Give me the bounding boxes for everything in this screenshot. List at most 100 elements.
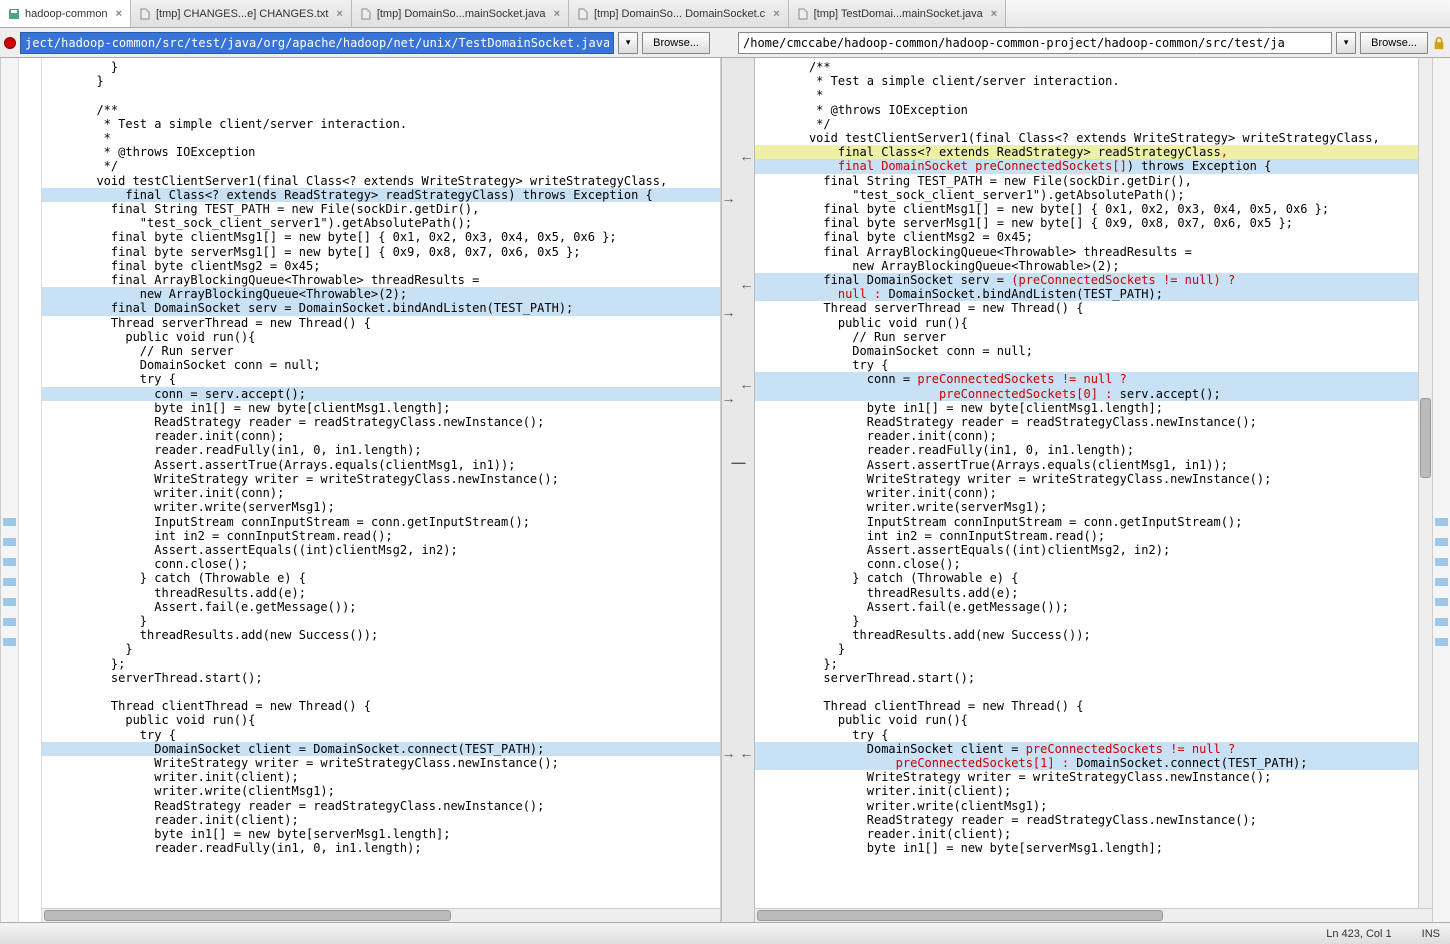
code-line: * @throws IOException xyxy=(42,145,720,159)
code-line: final DomainSocket preConnectedSockets[]… xyxy=(755,159,1433,173)
code-line: reader.init(conn); xyxy=(755,429,1433,443)
code-line: void testClientServer1(final Class<? ext… xyxy=(755,131,1433,145)
merge-right-arrow[interactable]: → xyxy=(722,304,736,320)
overview-change-mark[interactable] xyxy=(3,518,16,526)
hscroll-left[interactable] xyxy=(42,908,720,922)
overview-change-mark[interactable] xyxy=(3,618,16,626)
overview-change-mark[interactable] xyxy=(1435,518,1448,526)
code-line: threadResults.add(new Success()); xyxy=(42,628,720,642)
merge-right-arrow[interactable]: → xyxy=(722,745,736,761)
left-pane: } } /** * Test a simple client/server in… xyxy=(42,58,721,922)
close-icon[interactable]: × xyxy=(773,8,779,20)
merge-right-arrow[interactable]: → xyxy=(722,390,736,406)
close-icon[interactable]: × xyxy=(554,8,560,20)
code-line: public void run(){ xyxy=(755,713,1433,727)
overview-change-mark[interactable] xyxy=(3,578,16,586)
code-line: ReadStrategy reader = readStrategyClass.… xyxy=(42,415,720,429)
code-line: final ArrayBlockingQueue<Throwable> thre… xyxy=(42,273,720,287)
code-line: byte in1[] = new byte[clientMsg1.length]… xyxy=(42,401,720,415)
code-line: writer.write(clientMsg1); xyxy=(42,784,720,798)
document-icon xyxy=(139,8,151,20)
code-line: Assert.fail(e.getMessage()); xyxy=(42,600,720,614)
code-line: reader.init(conn); xyxy=(42,429,720,443)
code-line: int in2 = connInputStream.read(); xyxy=(42,529,720,543)
overview-change-mark[interactable] xyxy=(1435,598,1448,606)
code-line: public void run(){ xyxy=(755,316,1433,330)
hscroll-right[interactable] xyxy=(755,908,1433,922)
merge-left-arrow[interactable]: ← xyxy=(740,148,754,164)
code-line: "test_sock_client_server1").getAbsoluteP… xyxy=(755,188,1433,202)
code-line: null : DomainSocket.bindAndListen(TEST_P… xyxy=(755,287,1433,301)
code-line: InputStream connInputStream = conn.getIn… xyxy=(42,515,720,529)
code-line: threadResults.add(new Success()); xyxy=(755,628,1433,642)
close-icon[interactable]: × xyxy=(991,8,997,20)
tab-2[interactable]: [tmp] DomainSo...mainSocket.java× xyxy=(352,0,569,27)
browse-left-button[interactable]: Browse... xyxy=(642,32,710,54)
document-icon xyxy=(577,8,589,20)
code-line: reader.readFully(in1, 0, in1.length); xyxy=(42,841,720,855)
overview-change-mark[interactable] xyxy=(1435,578,1448,586)
code-line: preConnectedSockets[0] : serv.accept(); xyxy=(755,387,1433,401)
merge-left-arrow[interactable]: ← xyxy=(740,376,754,392)
tab-4[interactable]: [tmp] TestDomai...mainSocket.java× xyxy=(789,0,1007,27)
code-line: byte in1[] = new byte[serverMsg1.length]… xyxy=(755,841,1433,855)
code-line: reader.readFully(in1, 0, in1.length); xyxy=(755,443,1433,457)
tab-1[interactable]: [tmp] CHANGES...e] CHANGES.txt× xyxy=(131,0,352,27)
right-code[interactable]: /** * Test a simple client/server intera… xyxy=(755,58,1433,908)
merge-left-arrow[interactable]: ← xyxy=(740,276,754,292)
overview-bar-right[interactable] xyxy=(1432,58,1450,922)
code-line: } xyxy=(42,60,720,74)
code-line: DomainSocket client = preConnectedSocket… xyxy=(755,742,1433,756)
merge-right-arrow[interactable]: → xyxy=(722,190,736,206)
code-line: writer.init(client); xyxy=(755,784,1433,798)
overview-change-mark[interactable] xyxy=(1435,558,1448,566)
code-line: serverThread.start(); xyxy=(755,671,1433,685)
path-input-left[interactable] xyxy=(20,32,614,54)
lock-icon xyxy=(1432,36,1446,50)
code-line: Assert.assertTrue(Arrays.equals(clientMs… xyxy=(42,458,720,472)
code-line: Thread serverThread = new Thread() { xyxy=(42,316,720,330)
code-line: final byte clientMsg2 = 0x45; xyxy=(755,230,1433,244)
code-line: DomainSocket conn = null; xyxy=(755,344,1433,358)
code-line: DomainSocket client = DomainSocket.conne… xyxy=(42,742,720,756)
code-line: writer.init(conn); xyxy=(42,486,720,500)
code-line: try { xyxy=(42,728,720,742)
code-line: WriteStrategy writer = writeStrategyClas… xyxy=(755,770,1433,784)
code-line: } catch (Throwable e) { xyxy=(755,571,1433,585)
disk-icon xyxy=(8,8,20,20)
code-line: /** xyxy=(42,103,720,117)
overview-bar-left[interactable] xyxy=(0,58,18,922)
code-line: conn.close(); xyxy=(755,557,1433,571)
code-line: final byte clientMsg1[] = new byte[] { 0… xyxy=(42,230,720,244)
tab-label: [tmp] DomainSo... DomainSocket.c xyxy=(594,8,765,20)
code-line: ReadStrategy reader = readStrategyClass.… xyxy=(755,415,1433,429)
close-icon[interactable]: × xyxy=(116,8,122,20)
tab-3[interactable]: [tmp] DomainSo... DomainSocket.c × xyxy=(569,0,789,27)
code-line: new ArrayBlockingQueue<Throwable>(2); xyxy=(42,287,720,301)
code-line: } xyxy=(42,614,720,628)
overview-change-mark[interactable] xyxy=(1435,638,1448,646)
overview-change-mark[interactable] xyxy=(3,638,16,646)
document-icon xyxy=(797,8,809,20)
browse-right-button[interactable]: Browse... xyxy=(1360,32,1428,54)
overview-change-mark[interactable] xyxy=(3,538,16,546)
merge-left-arrow[interactable]: ← xyxy=(740,745,754,761)
left-code[interactable]: } } /** * Test a simple client/server in… xyxy=(42,58,720,908)
code-line: WriteStrategy writer = writeStrategyClas… xyxy=(42,756,720,770)
tab-0[interactable]: hadoop-common× xyxy=(0,0,131,27)
path-left-dropdown[interactable]: ▾ xyxy=(618,32,638,54)
path-right-dropdown[interactable]: ▾ xyxy=(1336,32,1356,54)
overview-change-mark[interactable] xyxy=(1435,618,1448,626)
path-input-right[interactable] xyxy=(738,32,1332,54)
close-icon[interactable]: × xyxy=(336,8,342,20)
code-line: Thread clientThread = new Thread() { xyxy=(755,699,1433,713)
gutter-left xyxy=(18,58,42,922)
overview-change-mark[interactable] xyxy=(3,558,16,566)
modified-indicator xyxy=(4,37,16,49)
code-line: ReadStrategy reader = readStrategyClass.… xyxy=(755,813,1433,827)
overview-change-mark[interactable] xyxy=(1435,538,1448,546)
overview-change-mark[interactable] xyxy=(3,598,16,606)
change-gutter[interactable]: ←→←→←→—←→ xyxy=(721,58,755,922)
vscroll-right[interactable] xyxy=(1418,58,1432,908)
cursor-position: Ln 423, Col 1 xyxy=(1326,928,1391,940)
